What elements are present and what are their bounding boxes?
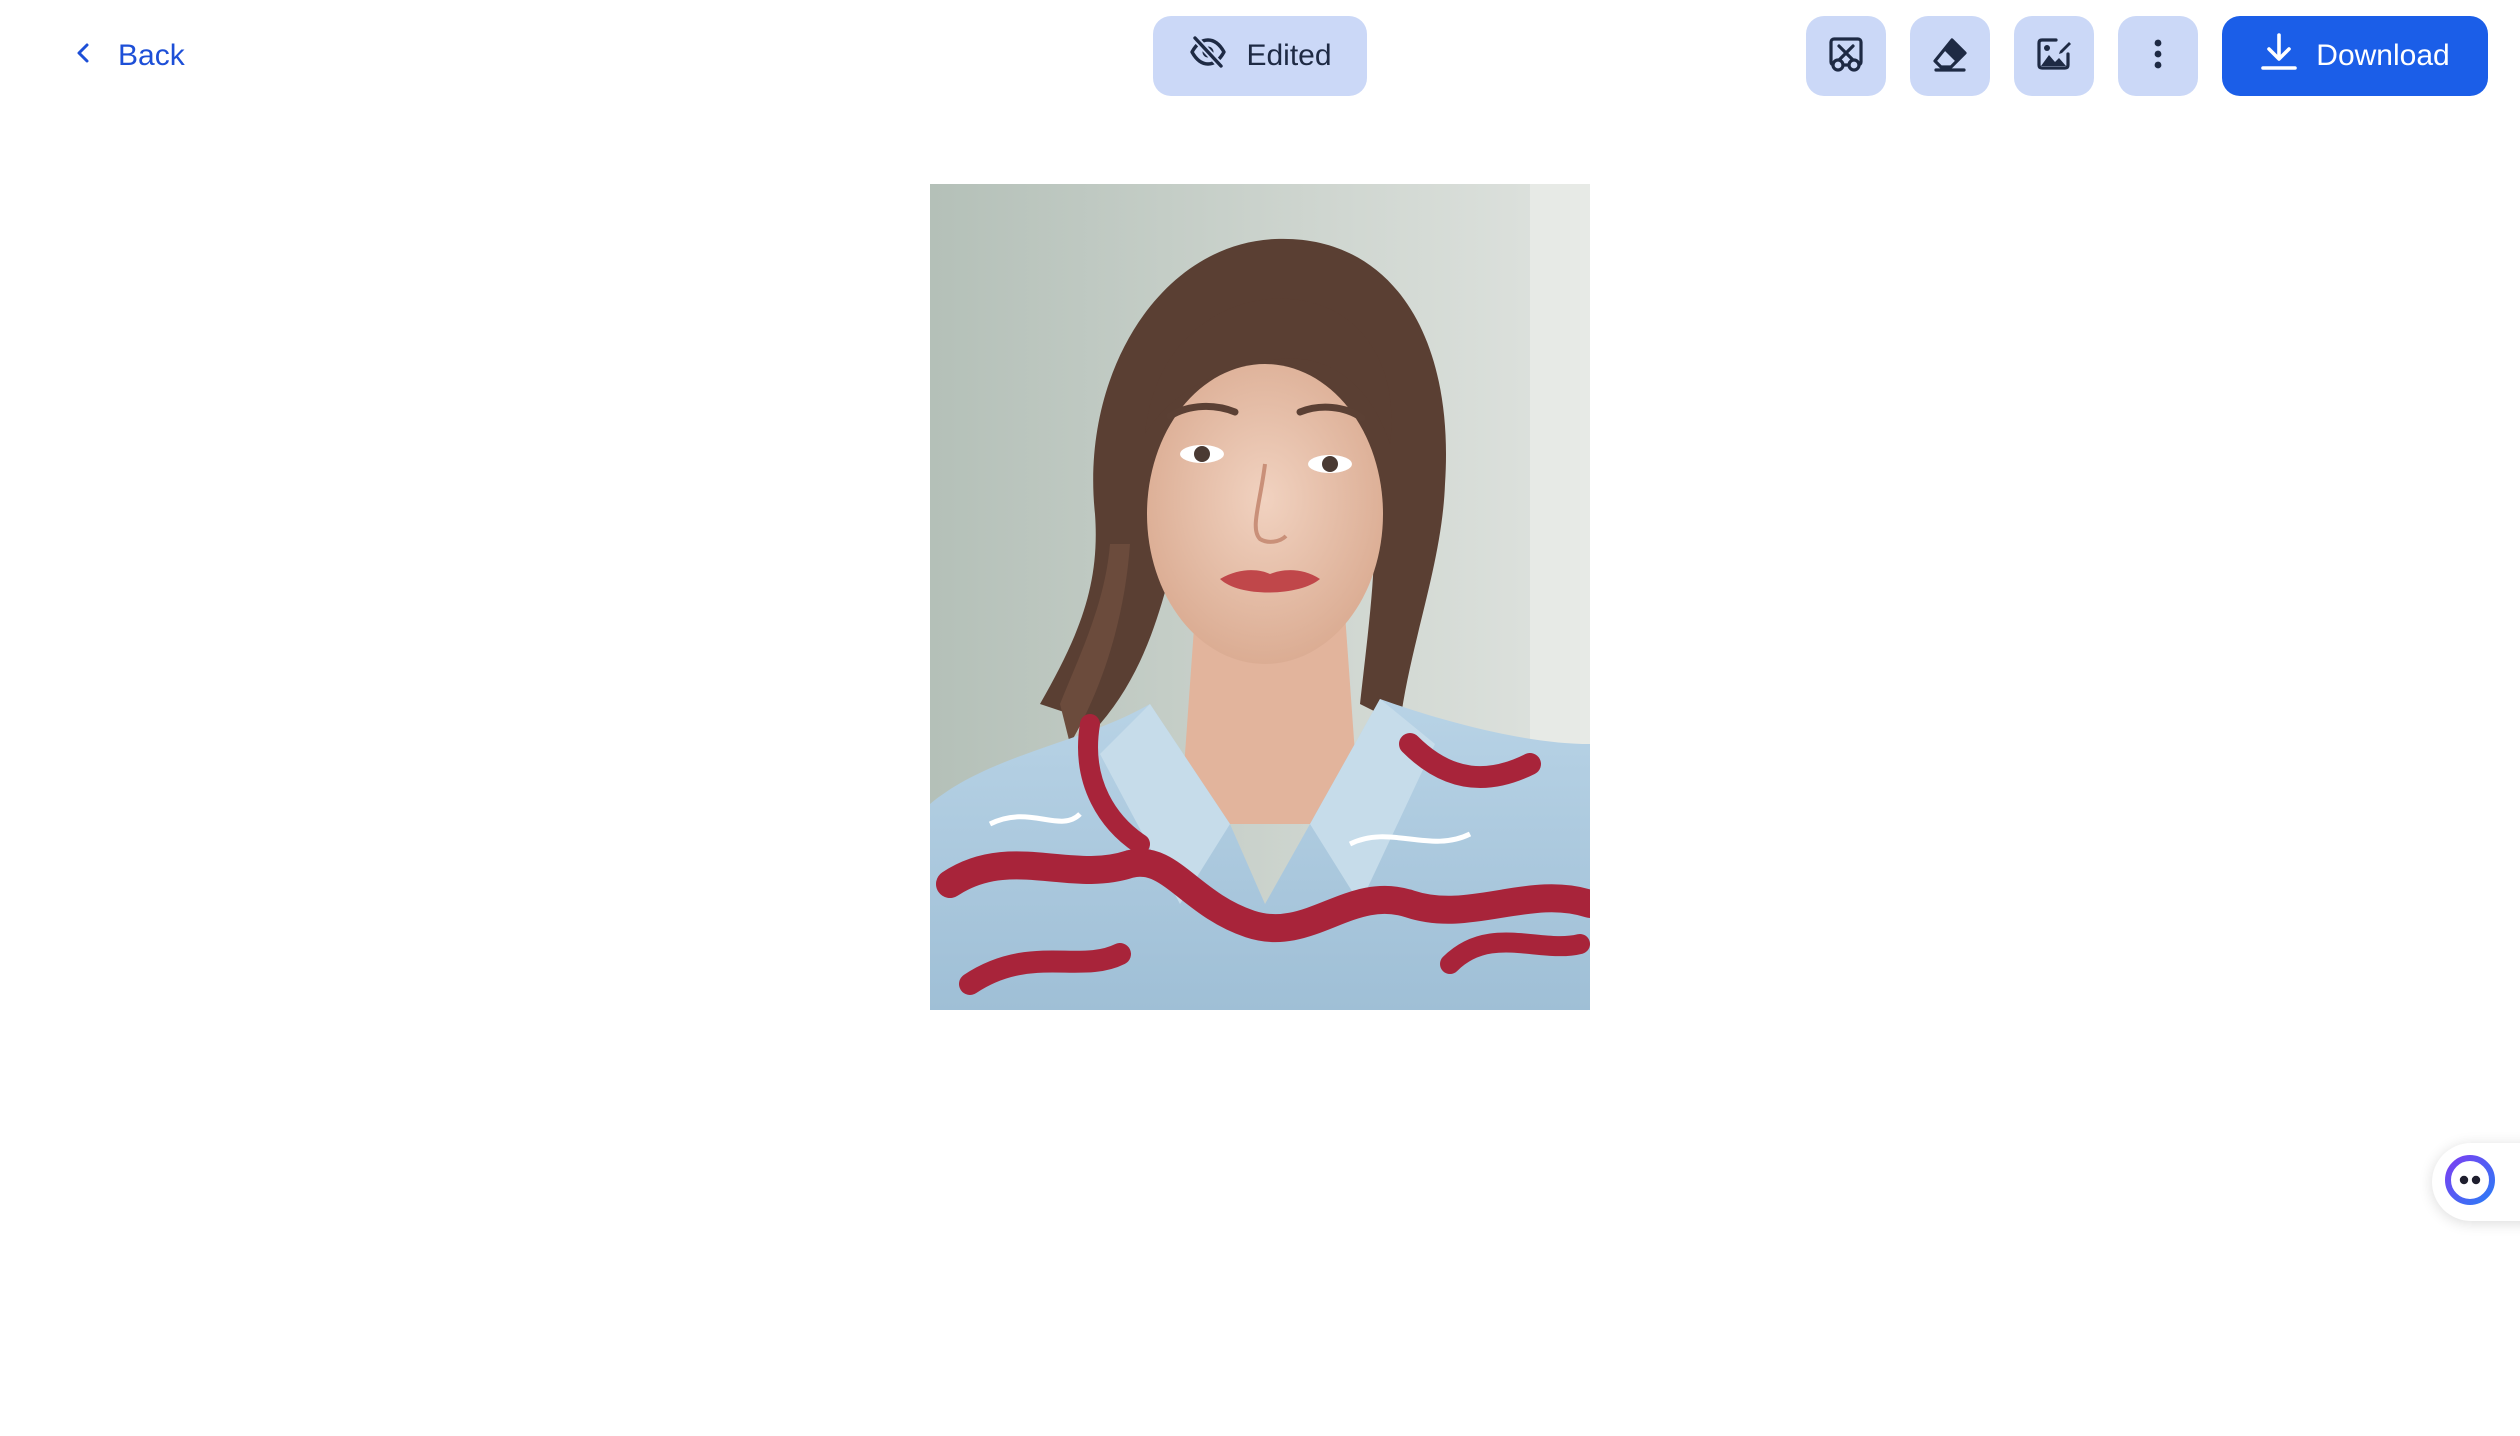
download-label: Download: [2316, 39, 2450, 72]
eye-off-icon: [1188, 32, 1228, 80]
back-button[interactable]: Back: [72, 34, 185, 78]
assistant-button[interactable]: [2432, 1143, 2520, 1221]
image-editor-app: Back Edited Download: [0, 0, 2520, 1436]
remove-object-icon: [1826, 34, 1866, 79]
edited-toggle-button[interactable]: Edited: [1153, 16, 1367, 96]
more-options-button[interactable]: [2118, 16, 2198, 96]
back-label: Back: [118, 39, 185, 72]
image-preview: [930, 184, 1590, 1010]
edited-label: Edited: [1246, 39, 1332, 72]
image-edit-button[interactable]: [2014, 16, 2094, 96]
eraser-icon: [1930, 34, 1970, 79]
remove-object-button[interactable]: [1806, 16, 1886, 96]
download-button[interactable]: Download: [2222, 16, 2488, 96]
assistant-face-icon: [2442, 1152, 2498, 1213]
image-edit-icon: [2034, 34, 2074, 79]
download-icon: [2260, 32, 2298, 80]
portrait-photo: [930, 184, 1590, 1010]
chevron-left-icon: [72, 39, 96, 73]
more-vertical-icon: [2138, 34, 2178, 79]
eraser-button[interactable]: [1910, 16, 1990, 96]
